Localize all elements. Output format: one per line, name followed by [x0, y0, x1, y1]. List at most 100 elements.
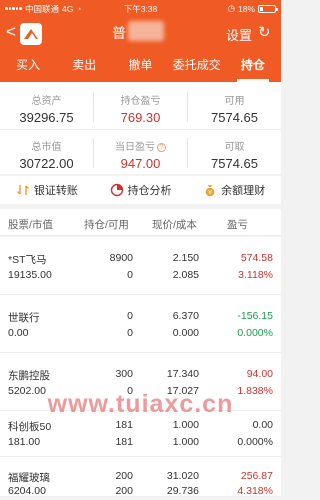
balance-finance-label: 余额理财 — [221, 185, 266, 197]
market-value-value: 30722.00 — [19, 156, 74, 171]
stock-pnl-percent: 3.118% — [238, 269, 273, 281]
stock-price: 2.150 — [172, 252, 199, 264]
holdings-table-header: 股票/市值 持仓/可用 现价/成本 盈亏 — [0, 209, 281, 236]
divider — [0, 129, 281, 130]
tab-buy[interactable]: 买入 — [0, 49, 56, 82]
transfer-icon — [16, 185, 29, 195]
column-price: 现价/成本 — [152, 219, 197, 231]
stock-name: 福耀玻璃 — [8, 472, 50, 484]
position-analysis-label: 持仓分析 — [127, 185, 172, 197]
stock-price: 6.370 — [172, 310, 199, 322]
network-label: 4G — [61, 3, 74, 14]
today-pnl: 当日盈亏? 947.00 — [94, 138, 187, 171]
trade-tabs: 买入 卖出 撤单 委托成交 持仓 — [0, 49, 281, 82]
tab-positions[interactable]: 持仓 — [225, 49, 281, 82]
alarm-icon: ◷ — [227, 3, 235, 13]
stock-available: 200 — [115, 485, 133, 497]
market-value-label: 总市值 — [31, 142, 62, 153]
stock-value: 19135.00 — [8, 269, 52, 281]
status-bar: 中国联通 4G ◔ 下午3:38 ◷ 18% — [0, 0, 281, 17]
table-row[interactable]: 东鹏控股 5202.00 300 0 17.340 17.027 94.00 1… — [0, 353, 281, 411]
account-summary: 总资产 39296.75 持仓盈亏 769.30 可用 7574.65 总市值 … — [0, 82, 281, 174]
refresh-icon[interactable]: ↻ — [258, 23, 271, 41]
back-icon[interactable]: < — [6, 23, 16, 41]
bank-transfer-button[interactable]: 银证转账 — [0, 176, 94, 204]
column-name: 股票/市值 — [8, 219, 53, 231]
stock-name: 东鹏控股 — [8, 370, 50, 382]
stock-pnl: 94.00 — [246, 368, 273, 380]
tab-sell[interactable]: 卖出 — [56, 49, 112, 82]
blurred-account-name — [128, 21, 164, 41]
stock-value: 6204.00 — [8, 485, 46, 497]
stock-pnl-percent: 1.838% — [237, 385, 273, 397]
market-value: 总市值 30722.00 — [0, 138, 93, 171]
column-pnl: 盈亏 — [227, 219, 248, 231]
position-pnl-value: 769.30 — [120, 110, 161, 125]
today-pnl-value: 947.00 — [120, 156, 161, 171]
settings-button[interactable]: 设置 — [226, 25, 252, 44]
available-funds: 可用 7574.65 — [188, 92, 281, 125]
position-analysis-button[interactable]: 持仓分析 — [94, 176, 188, 204]
stock-value: 181.00 — [8, 436, 41, 448]
total-assets: 总资产 39296.75 — [0, 92, 93, 125]
stock-position: 8900 — [109, 252, 133, 264]
withdrawable-label: 可取 — [224, 142, 245, 153]
stock-price: 31.020 — [166, 470, 199, 482]
stock-pnl-percent: 0.000% — [237, 436, 273, 448]
table-row[interactable]: 福耀玻璃 6204.00 200 200 31.020 29.736 256.8… — [0, 457, 281, 497]
tab-cancel[interactable]: 撤单 — [112, 49, 168, 82]
position-pnl: 持仓盈亏 769.30 — [94, 92, 187, 125]
stock-name: 科创板50 — [8, 421, 52, 433]
divider — [187, 92, 188, 122]
stock-position: 300 — [115, 368, 133, 380]
stock-pnl: 574.58 — [240, 252, 273, 264]
stock-available: 181 — [115, 436, 133, 448]
svg-text:¥: ¥ — [208, 190, 212, 197]
position-pnl-label: 持仓盈亏 — [120, 96, 161, 107]
stock-available: 0 — [127, 385, 133, 397]
stock-position: 0 — [127, 310, 133, 322]
stock-pnl: -156.15 — [237, 310, 273, 322]
stock-cost: 1.000 — [172, 436, 199, 448]
stock-price: 1.000 — [172, 419, 199, 431]
stock-name: 世联行 — [8, 312, 40, 324]
carrier-label: 中国联通 — [24, 3, 59, 14]
quick-actions: 银证转账 持仓分析 ¥ 余额理财 — [0, 176, 281, 204]
available-label: 可用 — [224, 96, 245, 107]
stock-cost: 2.085 — [172, 269, 199, 281]
stock-position: 181 — [115, 419, 133, 431]
stock-pnl-percent: 4.318% — [237, 485, 273, 497]
pie-chart-icon — [110, 183, 123, 197]
withdrawable: 可取 7574.65 — [188, 138, 281, 171]
table-row[interactable]: 科创板50 181.00 181 181 1.000 1.000 0.00 0.… — [0, 411, 281, 457]
info-icon[interactable]: ? — [157, 143, 166, 152]
tab-orders[interactable]: 委托成交 — [169, 49, 225, 82]
account-title: 普 — [112, 25, 126, 41]
withdrawable-value: 7574.65 — [211, 156, 258, 171]
stock-cost: 29.736 — [166, 485, 199, 497]
stock-available: 0 — [127, 327, 133, 339]
divider — [187, 138, 188, 168]
stock-pnl-percent: 0.000% — [237, 327, 273, 339]
today-pnl-label: 当日盈亏 — [115, 142, 155, 153]
stock-value: 5202.00 — [8, 385, 46, 397]
divider — [93, 138, 94, 168]
total-assets-label: 总资产 — [31, 96, 62, 107]
stock-available: 0 — [127, 269, 133, 281]
nav-bar: < 普 设置 ↻ — [0, 17, 281, 49]
wifi-icon: ◔ — [76, 3, 82, 14]
stock-cost: 0.000 — [172, 327, 199, 339]
stock-price: 17.340 — [166, 368, 199, 380]
table-row[interactable]: *ST飞马 19135.00 8900 0 2.150 2.085 574.58… — [0, 237, 281, 295]
battery-percent: 18% — [237, 3, 255, 14]
money-bag-icon: ¥ — [205, 185, 215, 197]
table-row[interactable]: 世联行 0.00 0 0 6.370 0.000 -156.15 0.000% — [0, 295, 281, 353]
holdings-table: *ST飞马 19135.00 8900 0 2.150 2.085 574.58… — [0, 237, 281, 497]
signal-icon — [5, 7, 22, 10]
balance-finance-button[interactable]: ¥ 余额理财 — [187, 176, 281, 204]
total-assets-value: 39296.75 — [19, 110, 74, 125]
app-logo-icon — [20, 23, 42, 45]
column-qty: 持仓/可用 — [84, 219, 129, 231]
stock-cost: 17.027 — [166, 385, 199, 397]
divider — [93, 92, 94, 122]
